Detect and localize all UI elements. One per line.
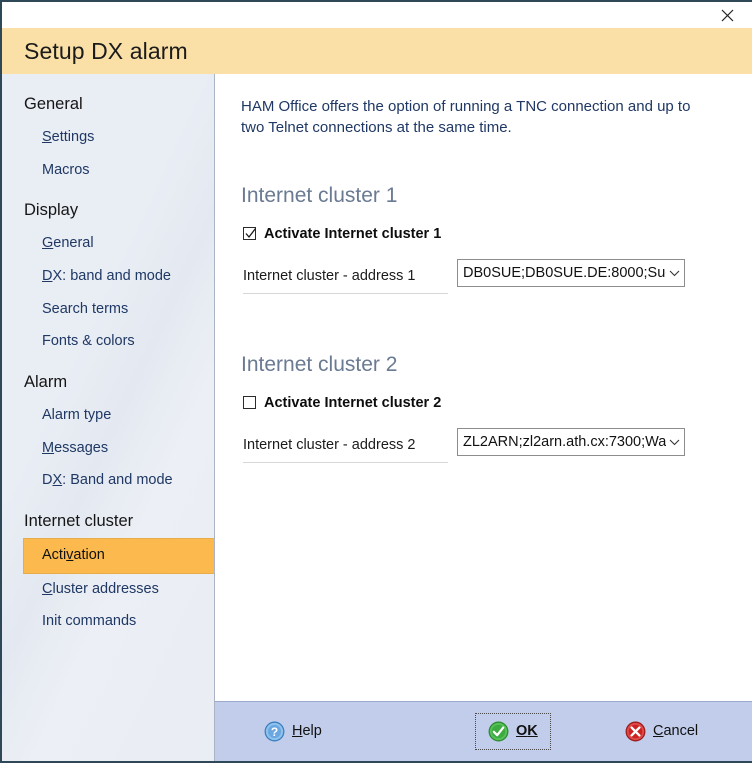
activate-cluster-2-checkbox-row[interactable]: Activate Internet cluster 2 — [243, 395, 441, 411]
settings-content: HAM Office offers the option of running … — [215, 74, 752, 701]
cluster-address-2-value: ZL2ARN;zl2arn.ath.cx:7300;Wai — [463, 433, 666, 450]
sidebar-item-messages[interactable]: Messages — [2, 433, 214, 465]
sidebar-item-cluster-addresses[interactable]: Cluster addresses — [2, 574, 214, 606]
cluster-address-2-dropdown[interactable]: ZL2ARN;zl2arn.ath.cx:7300;Wai — [457, 427, 685, 456]
sidebar-item-settings[interactable]: Settings — [2, 122, 214, 154]
sidebar-item-search-terms[interactable]: Search terms — [2, 294, 214, 326]
sidebar-item-macros[interactable]: Macros — [2, 155, 214, 187]
close-x-icon — [721, 9, 734, 22]
check-circle-icon — [488, 721, 509, 742]
cluster-address-2-row: Internet cluster - address 2 ZL2ARN;zl2a… — [243, 427, 728, 463]
cluster-address-1-value: DB0SUE;DB0SUE.DE:8000;Suec — [463, 264, 666, 281]
ok-button-label: OK — [516, 723, 538, 740]
dialog-body: General Settings Macros Display General DX: b… — [2, 74, 752, 761]
cluster-address-1-dropdown[interactable]: DB0SUE;DB0SUE.DE:8000;Suec — [457, 258, 685, 287]
help-question-icon: ? — [264, 721, 285, 742]
help-button[interactable]: ? Help — [251, 713, 335, 750]
page-title: Setup DX alarm — [24, 37, 188, 64]
sidebar-item-alarm-type[interactable]: Alarm type — [2, 400, 214, 432]
activate-cluster-1-label: Activate Internet cluster 1 — [264, 225, 442, 242]
dialog-footer: ? Help OK Cancel — [215, 701, 752, 761]
activate-cluster-2-checkbox[interactable] — [243, 396, 256, 410]
cancel-button[interactable]: Cancel — [612, 713, 711, 750]
sidebar-item-init-commands[interactable]: Init commands — [2, 606, 214, 638]
cluster-address-1-row: Internet cluster - address 1 DB0SUE;DB0S… — [243, 258, 728, 294]
svg-text:?: ? — [271, 725, 278, 739]
activate-cluster-1-checkbox-row[interactable]: Activate Internet cluster 1 — [243, 226, 441, 242]
content-column: HAM Office offers the option of running … — [215, 74, 752, 761]
cluster-address-1-label: Internet cluster - address 1 — [243, 268, 448, 294]
chevron-down-icon — [669, 269, 680, 277]
cancel-button-label: Cancel — [653, 723, 699, 740]
sidebar-item-activation[interactable]: Activation — [24, 538, 214, 573]
sidebar-item-dx-band-and-mode[interactable]: DX: Band and mode — [2, 465, 214, 497]
section-heading-cluster-2: Internet cluster 2 — [241, 352, 398, 376]
sidebar-group-alarm: Alarm — [24, 373, 68, 391]
sidebar-item-dx-band-and-mode[interactable]: DX: band and mode — [2, 261, 214, 293]
activate-cluster-2-label: Activate Internet cluster 2 — [264, 394, 442, 411]
help-button-label: Help — [292, 723, 322, 740]
sidebar-item-fonts-colors[interactable]: Fonts & colors — [2, 326, 214, 358]
cancel-x-circle-icon — [625, 721, 646, 742]
title-bar — [2, 2, 752, 28]
cluster-address-2-label: Internet cluster - address 2 — [243, 437, 448, 463]
ok-button[interactable]: OK — [475, 713, 551, 750]
sidebar-group-display: Display — [24, 201, 79, 220]
dialog-header-band: Setup DX alarm — [2, 28, 752, 74]
sidebar-group-general: General — [24, 95, 83, 113]
dialog-window: Setup DX alarm General Settings Macros Disp… — [0, 0, 752, 763]
close-button[interactable] — [704, 2, 750, 28]
chevron-down-icon — [669, 438, 680, 446]
sidebar-group-internet-cluster: Internet cluster — [24, 512, 134, 530]
activate-cluster-1-checkbox[interactable] — [243, 227, 257, 241]
intro-text: HAM Office offers the option of running … — [241, 98, 691, 137]
sidebar-item-general[interactable]: General — [2, 228, 214, 260]
section-heading-cluster-1: Internet cluster 1 — [241, 183, 398, 207]
navigation-sidebar: General Settings Macros Display General DX: b… — [2, 74, 215, 761]
